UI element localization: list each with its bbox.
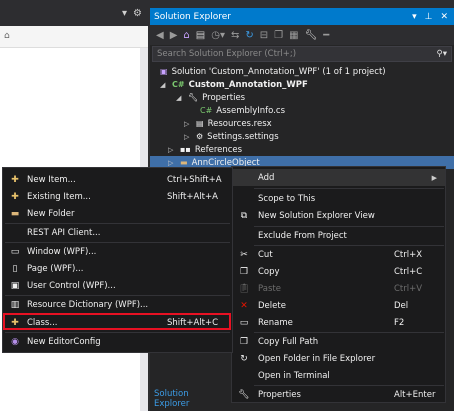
minus-icon[interactable]: ━	[323, 30, 329, 41]
switch-views-icon[interactable]: ▤	[196, 30, 205, 41]
rename-icon: ▭	[239, 317, 249, 328]
collapsed-arrow-icon[interactable]: ▷	[184, 133, 192, 141]
submenu-item-user-control-wpf[interactable]: ▣ User Control (WPF)...	[3, 277, 232, 294]
resource-dictionary-icon: ▥	[10, 299, 20, 310]
submenu-item-new-folder[interactable]: ▬ New Folder	[3, 205, 232, 222]
back-icon[interactable]: ◀	[156, 30, 164, 41]
gear-icon[interactable]: ⚙	[133, 8, 142, 20]
menu-item-open-in-terminal[interactable]: Open in Terminal	[232, 367, 445, 384]
page-icon: ▯	[12, 263, 18, 274]
submenu-item-new-editorconfig[interactable]: ◉ New EditorConfig	[3, 333, 232, 350]
paste-icon: 📋︎	[238, 283, 250, 294]
user-control-icon: ▣	[10, 280, 20, 291]
csharp-file-icon: C#	[200, 106, 213, 115]
resx-icon: ▤	[196, 119, 204, 128]
submenu-item-rest-api-client[interactable]: REST API Client...	[3, 224, 232, 241]
preview-icon[interactable]: ▦	[289, 30, 298, 41]
submenu-item-page-wpf[interactable]: ▯ Page (WPF)...	[3, 260, 232, 277]
tree-item-project[interactable]: ◢ C# Custom_Annotation_WPF	[160, 78, 308, 91]
home-icon[interactable]: ⌂	[183, 30, 189, 41]
settings-file-icon: ⚙	[196, 132, 204, 141]
search-input[interactable]: Search Solution Explorer (Ctrl+;)	[157, 49, 296, 59]
tree-item-resources[interactable]: ▷ ▤ Resources.resx	[184, 117, 272, 130]
solution-icon: ▣	[160, 67, 168, 76]
close-icon[interactable]: ✕	[440, 12, 448, 22]
menu-item-scope-to-this[interactable]: Scope to This	[232, 190, 445, 207]
menu-item-exclude-from-project[interactable]: Exclude From Project	[232, 227, 445, 244]
new-folder-icon: ▬	[10, 208, 20, 219]
submenu-arrow-icon: ▶	[431, 173, 437, 182]
menu-item-new-solution-explorer-view[interactable]: ⧉ New Solution Explorer View	[232, 207, 445, 224]
menu-item-rename[interactable]: ▭ Rename F2	[232, 314, 445, 331]
panel-title: Solution Explorer	[154, 11, 231, 22]
open-folder-icon: ↻	[240, 353, 248, 364]
csharp-project-icon: C#	[172, 80, 185, 89]
solution-explorer-toolbar: ◀ ▶ ⌂ ▤ ◷▾ ⇆ ↻ ⊟ ❐ ▦ 🔧︎ ━	[150, 25, 454, 45]
search-box[interactable]: Search Solution Explorer (Ctrl+;) ⚲▾	[152, 46, 452, 62]
tab-controls[interactable]: ▾ ⚙	[122, 8, 150, 20]
delete-icon: ✕	[240, 300, 248, 311]
editorconfig-icon: ◉	[11, 336, 19, 347]
copy-path-icon: ❐	[239, 336, 249, 347]
refresh-icon[interactable]: ↻	[245, 30, 253, 41]
tree-item-references[interactable]: ▷ ▪▪ References	[168, 143, 242, 156]
tree-item-assemblyinfo[interactable]: C# AssemblyInfo.cs	[200, 104, 285, 117]
sync-icon[interactable]: ⇆	[231, 30, 239, 41]
submenu-item-existing-item[interactable]: ✚ Existing Item... Shift+Alt+A	[3, 188, 232, 205]
home-icon[interactable]: ⌂	[4, 31, 10, 41]
search-icon[interactable]: ⚲▾	[437, 49, 448, 59]
wrench-icon: 🔧︎	[188, 93, 199, 102]
dropdown-icon[interactable]: ▾	[122, 8, 127, 20]
collapsed-arrow-icon[interactable]: ▷	[168, 146, 176, 154]
solution-explorer-tab[interactable]: Solution Explorer	[154, 389, 226, 409]
collapsed-arrow-icon[interactable]: ▷	[184, 120, 192, 128]
menu-item-copy-full-path[interactable]: ❐ Copy Full Path	[232, 333, 445, 350]
solution-explorer-title-bar: Solution Explorer ▾ ⊥ ✕	[150, 8, 454, 25]
expanded-arrow-icon[interactable]: ◢	[160, 81, 168, 89]
existing-item-icon: ✚	[11, 191, 19, 202]
submenu-item-new-item[interactable]: ✚ New Item... Ctrl+Shift+A	[3, 171, 232, 188]
forward-icon[interactable]: ▶	[170, 30, 178, 41]
tree-item-solution[interactable]: ▣ Solution 'Custom_Annotation_WPF' (1 of…	[160, 65, 386, 78]
submenu-item-window-wpf[interactable]: ▭ Window (WPF)...	[3, 243, 232, 260]
menu-item-add[interactable]: Add ▶	[232, 169, 445, 186]
window-icon: ▭	[10, 246, 20, 257]
menu-item-properties[interactable]: 🔧︎ Properties Alt+Enter	[232, 386, 445, 403]
new-item-icon: ✚	[11, 174, 19, 185]
collapsed-arrow-icon[interactable]: ▷	[168, 159, 176, 167]
wrench-icon: 🔧︎	[238, 389, 250, 400]
editor-toolbar: ⌂	[0, 26, 150, 48]
menu-item-cut[interactable]: ✂ Cut Ctrl+X	[232, 246, 445, 263]
show-all-files-icon[interactable]: ❐	[274, 30, 283, 41]
new-view-icon: ⧉	[240, 210, 248, 221]
collapse-all-icon[interactable]: ⊟	[260, 30, 268, 41]
context-menu: Add ▶ Scope to This ⧉ New Solution Explo…	[231, 166, 446, 403]
expanded-arrow-icon[interactable]: ◢	[176, 94, 184, 102]
submenu-item-resource-dictionary-wpf[interactable]: ▥ Resource Dictionary (WPF)...	[3, 296, 232, 313]
menu-item-paste[interactable]: 📋︎ Paste Ctrl+V	[232, 280, 445, 297]
menu-item-open-folder-in-file-explorer[interactable]: ↻ Open Folder in File Explorer	[232, 350, 445, 367]
dropdown-icon[interactable]: ▾	[412, 12, 417, 22]
menu-item-copy[interactable]: ❐ Copy Ctrl+C	[232, 263, 445, 280]
cut-icon: ✂	[240, 249, 248, 260]
menu-item-delete[interactable]: ✕ Delete Del	[232, 297, 445, 314]
references-icon: ▪▪	[180, 145, 191, 154]
folder-icon: ▬	[180, 158, 188, 167]
pending-changes-icon[interactable]: ◷▾	[211, 30, 225, 41]
class-item-highlight-box	[3, 313, 231, 330]
menu-separator	[254, 188, 444, 189]
tree-item-settings[interactable]: ▷ ⚙ Settings.settings	[184, 130, 279, 143]
pin-icon[interactable]: ⊥	[425, 12, 433, 22]
copy-icon: ❐	[239, 266, 249, 277]
tree-item-properties[interactable]: ◢ 🔧︎ Properties	[176, 91, 245, 104]
properties-wrench-icon[interactable]: 🔧︎	[305, 30, 318, 41]
